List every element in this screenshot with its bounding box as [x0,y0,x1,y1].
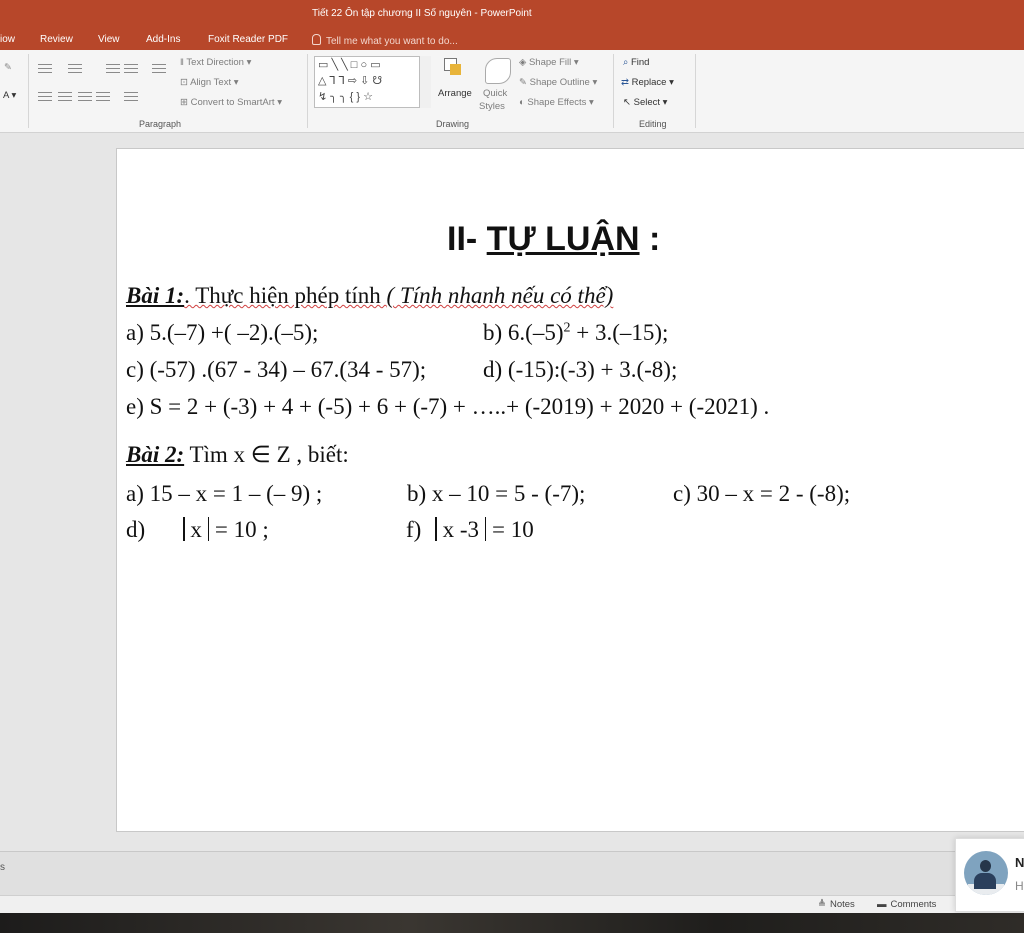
line-spacing-icon[interactable] [152,64,166,73]
bai1-title[interactable]: Bài 1:. Thực hiện phép tính ( Tính nhanh… [126,283,613,309]
group-label-editing: Editing [639,119,667,129]
arrange-icon[interactable] [444,58,464,80]
find-button[interactable]: ⌕ Find [623,57,649,68]
tab-add-ins[interactable]: Add-Ins [146,34,180,45]
shape-outline-button[interactable]: ✎ Shape Outline ▾ [519,77,597,88]
shapes-row-2[interactable]: △ ⅂ ⅂ ⇨ ⇩ ☋ [318,73,429,89]
bai1-item-c[interactable]: c) (-57) .(67 - 34) – 67.(34 - 57); [126,357,426,383]
tab-view[interactable]: View [98,34,120,45]
bullets-icon[interactable] [38,64,52,73]
slide-canvas[interactable]: II- TỰ LUẬN : Bài 1:. Thực hiện phép tín… [116,148,1024,832]
bai2-title[interactable]: Bài 2: Tìm x ∈ Z , biết: [126,442,349,468]
paint-bucket-icon: ◈ [519,57,529,68]
group-label-paragraph: Paragraph [139,119,182,129]
decrease-indent-icon[interactable] [106,64,120,73]
shape-fill-button[interactable]: ◈ Shape Fill ▾ [519,57,579,68]
quick-styles-icon[interactable] [485,58,511,84]
bai1-item-e[interactable]: e) S = 2 + (-3) + 4 + (-5) + 6 + (-7) + … [126,394,769,420]
avatar [964,851,1008,895]
bai1-item-a[interactable]: a) 5.(–7) +( –2).(–5); [126,320,318,346]
shape-effects-button[interactable]: ◐ Shape Effects ▾ [519,97,594,108]
popup-subtext: H [1015,879,1024,893]
bai2-item-f[interactable]: f) x -3 = 10 [406,517,534,543]
format-painter-icon[interactable]: ✎ [4,62,12,73]
tab-foxit-reader-pdf[interactable]: Foxit Reader PDF [208,34,288,45]
ribbon: ✎ A ▾ ‖ Text Direction ▾ ⊡ Align Text ▾ … [0,50,1024,133]
tab-review[interactable]: Review [40,34,73,45]
align-right-icon[interactable] [78,92,92,101]
align-center-icon[interactable] [58,92,72,101]
tab-slideshow[interactable]: iow [0,34,15,45]
title-bar: Tiết 22 Ôn tập chương II Số nguyên - Pow… [0,0,1024,28]
numbering-icon[interactable] [68,64,82,73]
lightbulb-icon [312,34,321,45]
ribbon-tabs: iow Review View Add-Ins Foxit Reader PDF… [0,28,1024,50]
bai1-item-b[interactable]: b) 6.(–5)2 + 3.(–15); [483,320,668,346]
shapes-row-1[interactable]: ▭ ╲ ╲ □ ○ ▭ [318,57,429,73]
arrange-button[interactable]: Arrange [438,88,472,99]
smartart-icon: ⊞ [180,97,191,108]
align-text-icon: ⊡ [180,77,191,88]
bai2-item-b[interactable]: b) x – 10 = 5 - (-7); [407,481,585,507]
taskbar [0,913,1024,933]
window-title: Tiết 22 Ôn tập chương II Số nguyên - Pow… [312,8,532,19]
align-left-icon[interactable] [38,92,52,101]
bai1-item-d[interactable]: d) (-15):(-3) + 3.(-8); [483,357,677,383]
quick-styles-label-2[interactable]: Styles [479,101,505,112]
magnifier-icon: ⌕ [623,57,631,68]
bai2-item-c[interactable]: c) 30 – x = 2 - (-8); [673,481,850,507]
status-bar: ≜ Notes ▬ Comments [0,895,1024,914]
pen-icon: ✎ [519,77,530,88]
replace-icon: ⇄ [621,77,632,88]
notes-icon: ≜ [818,899,826,910]
font-color-icon[interactable]: A ▾ [3,90,16,101]
tell-me-search[interactable]: Tell me what you want to do... [312,34,458,47]
popup-initial: N [1015,855,1024,870]
text-direction-button[interactable]: ‖ Text Direction ▾ [180,57,251,68]
quick-styles-label-1[interactable]: Quick [483,88,507,99]
notes-button[interactable]: ≜ Notes [818,899,855,910]
cursor-icon: ↖ [623,97,634,108]
tell-me-text: Tell me what you want to do... [326,36,458,47]
gallery-scroll[interactable] [419,56,431,108]
columns-icon[interactable] [124,92,138,101]
group-label-drawing: Drawing [436,119,470,129]
bai2-item-d[interactable]: d) x = 10 ; [126,517,269,543]
notification-popup[interactable]: N H [955,838,1024,912]
align-text-button[interactable]: ⊡ Align Text ▾ [180,77,239,88]
notes-pane[interactable]: s [0,851,1024,896]
shapes-row-3[interactable]: ↯ ╮ ╮ { } ☆ [318,89,429,105]
comments-button[interactable]: ▬ Comments [877,899,936,910]
bai1-label: Bài 1: [126,283,185,308]
convert-smartart-button[interactable]: ⊞ Convert to SmartArt ▾ [180,97,282,108]
justify-icon[interactable] [96,92,110,101]
bai1-text: . Thực hiện phép tính [184,283,387,308]
comment-icon: ▬ [877,899,887,910]
bai2-text: Tìm x ∈ Z , biết: [184,442,349,467]
bai2-item-a[interactable]: a) 15 – x = 1 – (– 9) ; [126,481,322,507]
notes-pane-mark: s [0,862,5,873]
slide-heading[interactable]: II- TỰ LUẬN : [447,220,660,259]
increase-indent-icon[interactable] [124,64,138,73]
shapes-gallery[interactable]: ▭ ╲ ╲ □ ○ ▭ △ ⅂ ⅂ ⇨ ⇩ ☋ ↯ ╮ ╮ { } ☆ [314,56,430,108]
replace-button[interactable]: ⇄ Replace ▾ [621,77,674,88]
select-button[interactable]: ↖ Select ▾ [623,97,667,108]
bai2-label: Bài 2: [126,442,185,467]
bai1-hint: ( Tính nhanh nếu có thể) [386,283,614,308]
slide-editor: II- TỰ LUẬN : Bài 1:. Thực hiện phép tín… [0,133,1024,851]
